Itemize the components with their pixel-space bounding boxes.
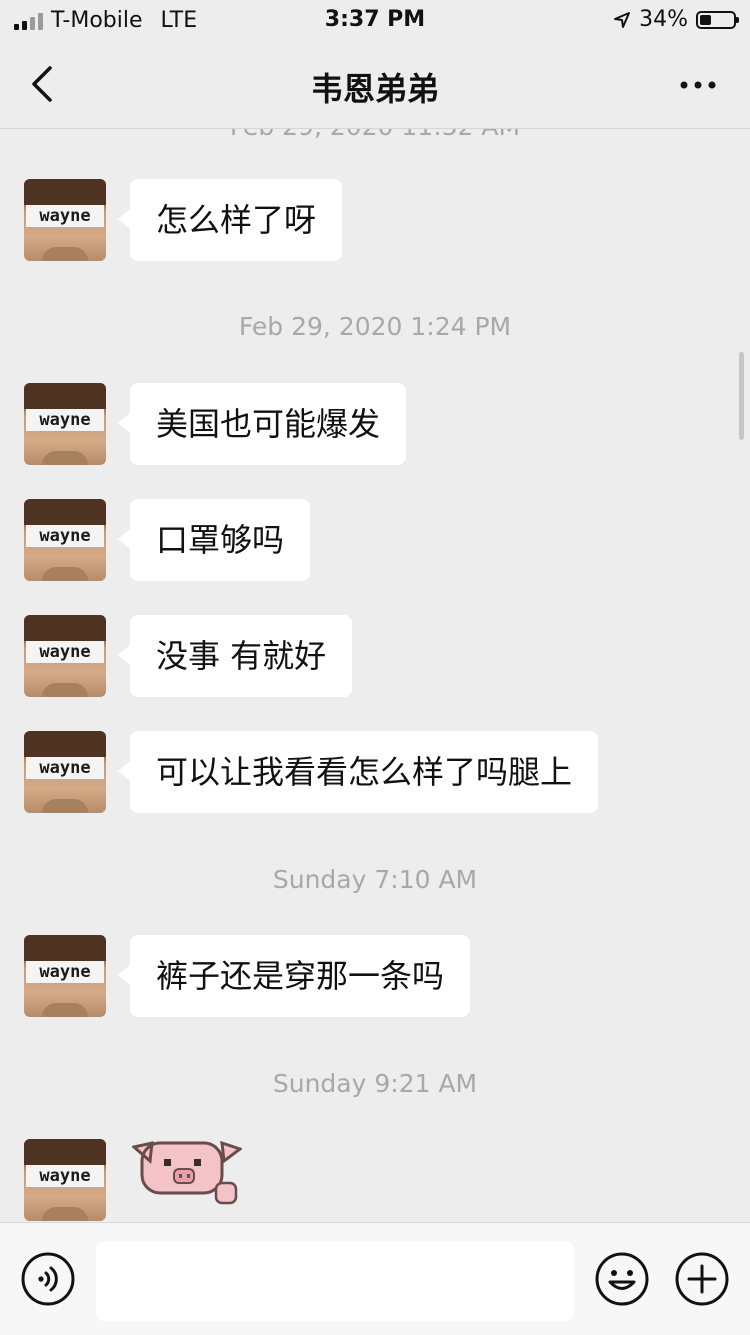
scroll-indicator[interactable] <box>739 352 744 440</box>
message-row: wayne 口罩够吗 <box>24 499 311 581</box>
message-row: wayne 可以让我看看怎么样了吗腿上 <box>24 731 599 813</box>
message-row: wayne <box>24 1139 242 1221</box>
message-bubble[interactable]: 裤子还是穿那一条吗 <box>117 935 471 1017</box>
message-bubble[interactable]: 怎么样了呀 <box>117 179 343 261</box>
avatar[interactable]: wayne <box>24 935 106 1017</box>
voice-button[interactable] <box>20 1251 76 1307</box>
chat-area[interactable]: Feb 29, 2020 11:32 AM wayne 怎么样了呀 Feb 29… <box>0 40 750 1222</box>
message-row: wayne 怎么样了呀 <box>24 179 343 261</box>
message-bubble[interactable]: 可以让我看看怎么样了吗腿上 <box>117 731 599 813</box>
chat-title: 韦恩弟弟 <box>310 70 439 108</box>
avatar-label: wayne <box>39 758 91 778</box>
avatar[interactable]: wayne <box>24 731 106 813</box>
voice-icon <box>21 1252 75 1306</box>
battery-icon <box>696 10 739 29</box>
avatar[interactable]: wayne <box>24 615 106 697</box>
status-right: 34% <box>613 7 739 32</box>
message-bubble[interactable]: 美国也可能爆发 <box>117 383 407 465</box>
message-row: wayne 没事 有就好 <box>24 615 353 697</box>
avatar[interactable]: wayne <box>24 179 106 261</box>
more-dots-icon <box>680 81 716 89</box>
avatar[interactable]: wayne <box>24 1139 106 1221</box>
emoji-button[interactable] <box>594 1251 650 1307</box>
timestamp: Sunday 7:10 AM <box>272 865 478 894</box>
input-bar <box>0 1222 750 1335</box>
message-row: wayne 裤子还是穿那一条吗 <box>24 935 471 1017</box>
pig-sticker[interactable] <box>132 1139 242 1205</box>
timestamp: Sunday 9:21 AM <box>272 1069 478 1098</box>
avatar-label: wayne <box>39 1166 91 1186</box>
avatar-label: wayne <box>39 526 91 546</box>
avatar-label: wayne <box>39 410 91 430</box>
battery-fill <box>700 14 711 25</box>
message-bubble[interactable]: 没事 有就好 <box>117 615 353 697</box>
message-bubble[interactable]: 口罩够吗 <box>117 499 311 581</box>
nav-bar: 韦恩弟弟 <box>0 40 750 129</box>
plus-icon <box>675 1252 729 1306</box>
status-bar: T-Mobile LTE 3:37 PM 34% <box>0 0 750 40</box>
avatar-label: wayne <box>39 642 91 662</box>
avatar[interactable]: wayne <box>24 383 106 465</box>
location-arrow-icon <box>614 11 631 28</box>
message-input[interactable] <box>96 1241 574 1321</box>
avatar[interactable]: wayne <box>24 499 106 581</box>
more-button[interactable] <box>678 70 722 100</box>
timestamp: Feb 29, 2020 1:24 PM <box>238 312 512 341</box>
emoji-icon <box>595 1252 649 1306</box>
message-row: wayne 美国也可能爆发 <box>24 383 407 465</box>
more-functions-button[interactable] <box>674 1251 730 1307</box>
avatar-label: wayne <box>39 206 91 226</box>
avatar-label: wayne <box>39 962 91 982</box>
battery-percent: 34% <box>639 7 688 32</box>
